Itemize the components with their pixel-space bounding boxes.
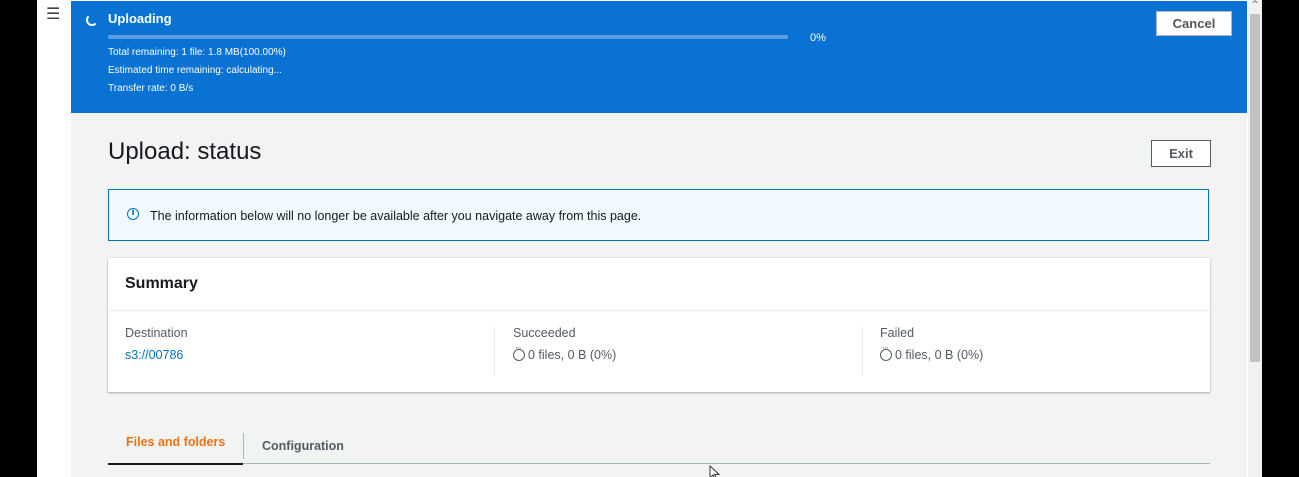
exit-button[interactable]: Exit bbox=[1151, 140, 1211, 167]
summary-heading: Summary bbox=[125, 275, 198, 292]
main-content: Upload: status Exit i The information be… bbox=[71, 113, 1247, 477]
summary-panel: Summary Destination s3://00786 Succeeded… bbox=[108, 258, 1210, 392]
succeeded-label: Succeeded bbox=[513, 326, 576, 340]
failed-column: Failed 0 files, 0 B (0%) bbox=[862, 326, 1193, 376]
failed-value-row: 0 files, 0 B (0%) bbox=[880, 344, 1193, 362]
tab-configuration[interactable]: Configuration bbox=[243, 433, 362, 459]
tab-bar: Files and folders Configuration bbox=[108, 423, 1210, 465]
succeeded-column: Succeeded 0 files, 0 B (0%) bbox=[494, 326, 845, 376]
summary-divider bbox=[108, 310, 1210, 311]
page-title: Upload: status bbox=[108, 138, 262, 165]
info-alert: i The information below will no longer b… bbox=[108, 189, 1209, 241]
succeeded-value-row: 0 files, 0 B (0%) bbox=[513, 344, 845, 362]
failed-label: Failed bbox=[880, 326, 915, 340]
failed-value: 0 files, 0 B (0%) bbox=[895, 348, 984, 362]
estimated-time-text: Estimated time remaining: calculating... bbox=[108, 65, 282, 76]
upload-progress-bar bbox=[108, 35, 788, 39]
hamburger-menu-icon[interactable]: ☰ bbox=[46, 5, 60, 23]
banner-title: Uploading bbox=[108, 11, 172, 26]
transfer-rate-text: Transfer rate: 0 B/s bbox=[108, 83, 194, 94]
scrollbar-thumb[interactable] bbox=[1250, 14, 1260, 362]
upload-progress-banner: Uploading 0% Total remaining: 1 file: 1.… bbox=[71, 1, 1247, 113]
destination-link[interactable]: s3://00786 bbox=[125, 348, 475, 362]
succeeded-value: 0 files, 0 B (0%) bbox=[528, 348, 617, 362]
spinner-icon bbox=[86, 14, 98, 26]
vertical-scrollbar[interactable]: ^ bbox=[1248, 0, 1262, 477]
scroll-up-arrow-icon[interactable]: ^ bbox=[1250, 0, 1260, 12]
destination-column: Destination s3://00786 bbox=[125, 326, 475, 376]
destination-label: Destination bbox=[125, 326, 188, 340]
tab-files-and-folders[interactable]: Files and folders bbox=[108, 429, 244, 465]
progress-percent-label: 0% bbox=[810, 32, 826, 44]
mouse-pointer-icon bbox=[709, 465, 721, 477]
info-alert-message: The information below will no longer be … bbox=[150, 209, 642, 223]
pending-icon bbox=[880, 344, 892, 361]
pending-icon bbox=[513, 344, 525, 361]
total-remaining-text: Total remaining: 1 file: 1.8 MB(100.00%) bbox=[108, 47, 286, 58]
info-icon: i bbox=[127, 208, 139, 220]
app-window: ☰ Uploading 0% Total remaining: 1 file: … bbox=[37, 0, 1262, 477]
cancel-button[interactable]: Cancel bbox=[1156, 11, 1232, 36]
